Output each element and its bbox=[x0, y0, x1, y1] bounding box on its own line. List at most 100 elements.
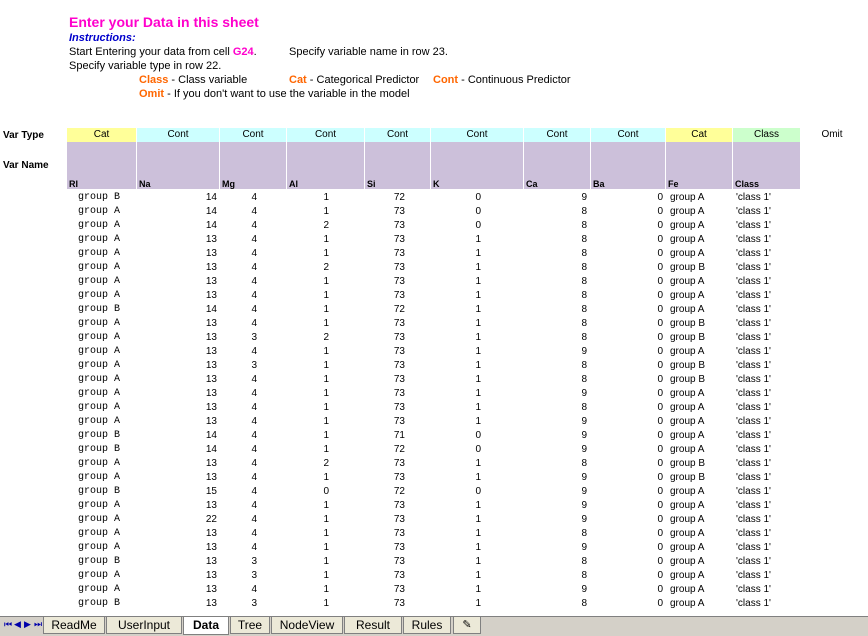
table-cell[interactable]: 13 bbox=[137, 583, 217, 597]
table-cell[interactable]: 14 bbox=[137, 219, 217, 233]
table-cell[interactable]: group A bbox=[670, 415, 730, 429]
table-cell[interactable]: 1 bbox=[431, 569, 481, 583]
table-cell[interactable]: 'class 1' bbox=[736, 457, 800, 471]
table-cell[interactable]: 1 bbox=[287, 401, 329, 415]
table-cell[interactable]: 0 bbox=[431, 191, 481, 205]
table-cell[interactable]: 4 bbox=[220, 415, 257, 429]
table-cell[interactable]: 73 bbox=[365, 569, 405, 583]
first-sheet-icon[interactable]: ⏮ bbox=[4, 619, 12, 630]
var-name-cell[interactable]: Na bbox=[137, 142, 220, 189]
var-name-cell[interactable]: Al bbox=[287, 142, 365, 189]
var-name-cell[interactable]: RI bbox=[67, 142, 137, 189]
table-cell[interactable]: 0 bbox=[591, 261, 663, 275]
table-cell[interactable]: 13 bbox=[137, 597, 217, 611]
table-cell[interactable]: 0 bbox=[431, 219, 481, 233]
table-cell[interactable]: group A bbox=[670, 275, 730, 289]
table-cell[interactable]: 1 bbox=[287, 527, 329, 541]
var-type-cell[interactable]: Cont bbox=[365, 128, 430, 142]
table-cell[interactable]: 3 bbox=[220, 331, 257, 345]
table-cell[interactable]: 1 bbox=[431, 345, 481, 359]
table-cell[interactable]: 8 bbox=[524, 247, 587, 261]
table-cell[interactable]: 8 bbox=[524, 205, 587, 219]
table-cell[interactable]: group B bbox=[78, 555, 138, 569]
table-cell[interactable]: 4 bbox=[220, 387, 257, 401]
table-cell[interactable]: 1 bbox=[287, 359, 329, 373]
table-cell[interactable]: group A bbox=[670, 443, 730, 457]
table-cell[interactable]: 0 bbox=[591, 275, 663, 289]
table-cell[interactable]: 1 bbox=[431, 457, 481, 471]
table-cell[interactable]: 1 bbox=[287, 583, 329, 597]
table-cell[interactable]: group A bbox=[670, 569, 730, 583]
table-cell[interactable]: 1 bbox=[431, 499, 481, 513]
table-cell[interactable]: 9 bbox=[524, 485, 587, 499]
table-cell[interactable]: 8 bbox=[524, 527, 587, 541]
table-cell[interactable]: 0 bbox=[591, 317, 663, 331]
table-cell[interactable]: 0 bbox=[591, 387, 663, 401]
table-cell[interactable]: 'class 1' bbox=[736, 597, 800, 611]
table-cell[interactable]: 'class 1' bbox=[736, 247, 800, 261]
table-cell[interactable]: 8 bbox=[524, 373, 587, 387]
table-cell[interactable]: group A bbox=[78, 527, 138, 541]
table-cell[interactable]: 73 bbox=[365, 541, 405, 555]
table-cell[interactable]: 13 bbox=[137, 373, 217, 387]
table-cell[interactable]: 73 bbox=[365, 219, 405, 233]
table-cell[interactable]: group A bbox=[78, 569, 138, 583]
table-cell[interactable]: 4 bbox=[220, 317, 257, 331]
table-cell[interactable]: 4 bbox=[220, 513, 257, 527]
table-cell[interactable]: 73 bbox=[365, 513, 405, 527]
table-cell[interactable]: 1 bbox=[287, 303, 329, 317]
table-cell[interactable]: 9 bbox=[524, 191, 587, 205]
tab-data[interactable]: Data bbox=[183, 617, 229, 635]
var-name-cell[interactable]: Ba bbox=[591, 142, 666, 189]
table-cell[interactable]: 8 bbox=[524, 597, 587, 611]
table-cell[interactable]: group B bbox=[670, 317, 730, 331]
table-cell[interactable]: 0 bbox=[431, 443, 481, 457]
prev-sheet-icon[interactable]: ◀ bbox=[14, 619, 21, 630]
table-cell[interactable]: 8 bbox=[524, 317, 587, 331]
table-cell[interactable]: 4 bbox=[220, 247, 257, 261]
table-cell[interactable]: 13 bbox=[137, 275, 217, 289]
table-cell[interactable]: 13 bbox=[137, 247, 217, 261]
table-cell[interactable]: 0 bbox=[591, 541, 663, 555]
tab-readme[interactable]: ReadMe bbox=[43, 617, 105, 634]
table-cell[interactable]: 0 bbox=[431, 429, 481, 443]
table-cell[interactable]: group A bbox=[78, 387, 138, 401]
table-cell[interactable]: 1 bbox=[431, 471, 481, 485]
table-cell[interactable]: 4 bbox=[220, 205, 257, 219]
table-cell[interactable]: 73 bbox=[365, 583, 405, 597]
var-type-cell[interactable]: Class bbox=[733, 128, 800, 142]
table-cell[interactable]: 1 bbox=[287, 443, 329, 457]
table-cell[interactable]: 1 bbox=[287, 317, 329, 331]
table-cell[interactable]: 1 bbox=[431, 247, 481, 261]
var-type-cell[interactable]: Omit bbox=[801, 128, 863, 142]
var-name-cell[interactable]: Ca bbox=[524, 142, 591, 189]
table-cell[interactable]: group A bbox=[670, 387, 730, 401]
table-cell[interactable]: 13 bbox=[137, 317, 217, 331]
table-cell[interactable]: 1 bbox=[287, 513, 329, 527]
table-cell[interactable]: 'class 1' bbox=[736, 415, 800, 429]
table-cell[interactable]: 73 bbox=[365, 317, 405, 331]
table-cell[interactable]: 13 bbox=[137, 555, 217, 569]
table-cell[interactable]: 13 bbox=[137, 345, 217, 359]
table-cell[interactable]: 73 bbox=[365, 527, 405, 541]
table-cell[interactable]: 14 bbox=[137, 303, 217, 317]
table-cell[interactable]: 3 bbox=[220, 597, 257, 611]
table-cell[interactable]: group A bbox=[78, 583, 138, 597]
table-cell[interactable]: 0 bbox=[591, 415, 663, 429]
table-cell[interactable]: 72 bbox=[365, 485, 405, 499]
table-cell[interactable]: 4 bbox=[220, 499, 257, 513]
table-cell[interactable]: 1 bbox=[287, 569, 329, 583]
table-cell[interactable]: 73 bbox=[365, 331, 405, 345]
table-cell[interactable]: 9 bbox=[524, 499, 587, 513]
table-cell[interactable]: group A bbox=[78, 513, 138, 527]
table-cell[interactable]: group A bbox=[670, 303, 730, 317]
table-cell[interactable]: 1 bbox=[287, 289, 329, 303]
table-cell[interactable]: 72 bbox=[365, 303, 405, 317]
var-name-cell[interactable]: Si bbox=[365, 142, 431, 189]
table-cell[interactable]: 'class 1' bbox=[736, 387, 800, 401]
table-cell[interactable]: group A bbox=[670, 429, 730, 443]
table-cell[interactable]: 1 bbox=[431, 233, 481, 247]
table-cell[interactable]: 13 bbox=[137, 387, 217, 401]
table-cell[interactable]: 4 bbox=[220, 457, 257, 471]
table-cell[interactable]: 13 bbox=[137, 359, 217, 373]
